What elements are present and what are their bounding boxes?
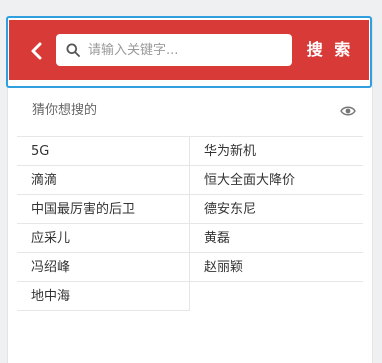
back-button[interactable] (27, 38, 47, 62)
hint-header: 猜你想搜的 (17, 95, 363, 127)
hint-item[interactable]: 赵丽颖 (190, 253, 363, 282)
search-input[interactable] (88, 34, 284, 66)
hint-item[interactable]: 黄磊 (190, 224, 363, 253)
chevron-left-icon (31, 42, 42, 60)
eye-icon[interactable] (340, 104, 356, 118)
hint-title: 猜你想搜的 (32, 103, 98, 118)
hint-item[interactable]: 应采儿 (17, 224, 190, 253)
hint-item[interactable]: 滴滴 (17, 166, 190, 195)
search-box[interactable] (56, 34, 292, 66)
search-button[interactable]: 搜 索 (300, 34, 360, 66)
hint-item[interactable]: 5G (17, 137, 190, 166)
hint-item[interactable]: 华为新机 (190, 137, 363, 166)
hint-item[interactable]: 德安东尼 (190, 195, 363, 224)
search-header: 搜 索 (9, 20, 369, 80)
hint-item[interactable]: 地中海 (17, 282, 190, 311)
hint-item[interactable]: 恒大全面大降价 (190, 166, 363, 195)
hint-item[interactable]: 中国最厉害的后卫 (17, 195, 190, 224)
hint-item[interactable]: 冯绍峰 (17, 253, 190, 282)
search-icon (66, 43, 80, 57)
